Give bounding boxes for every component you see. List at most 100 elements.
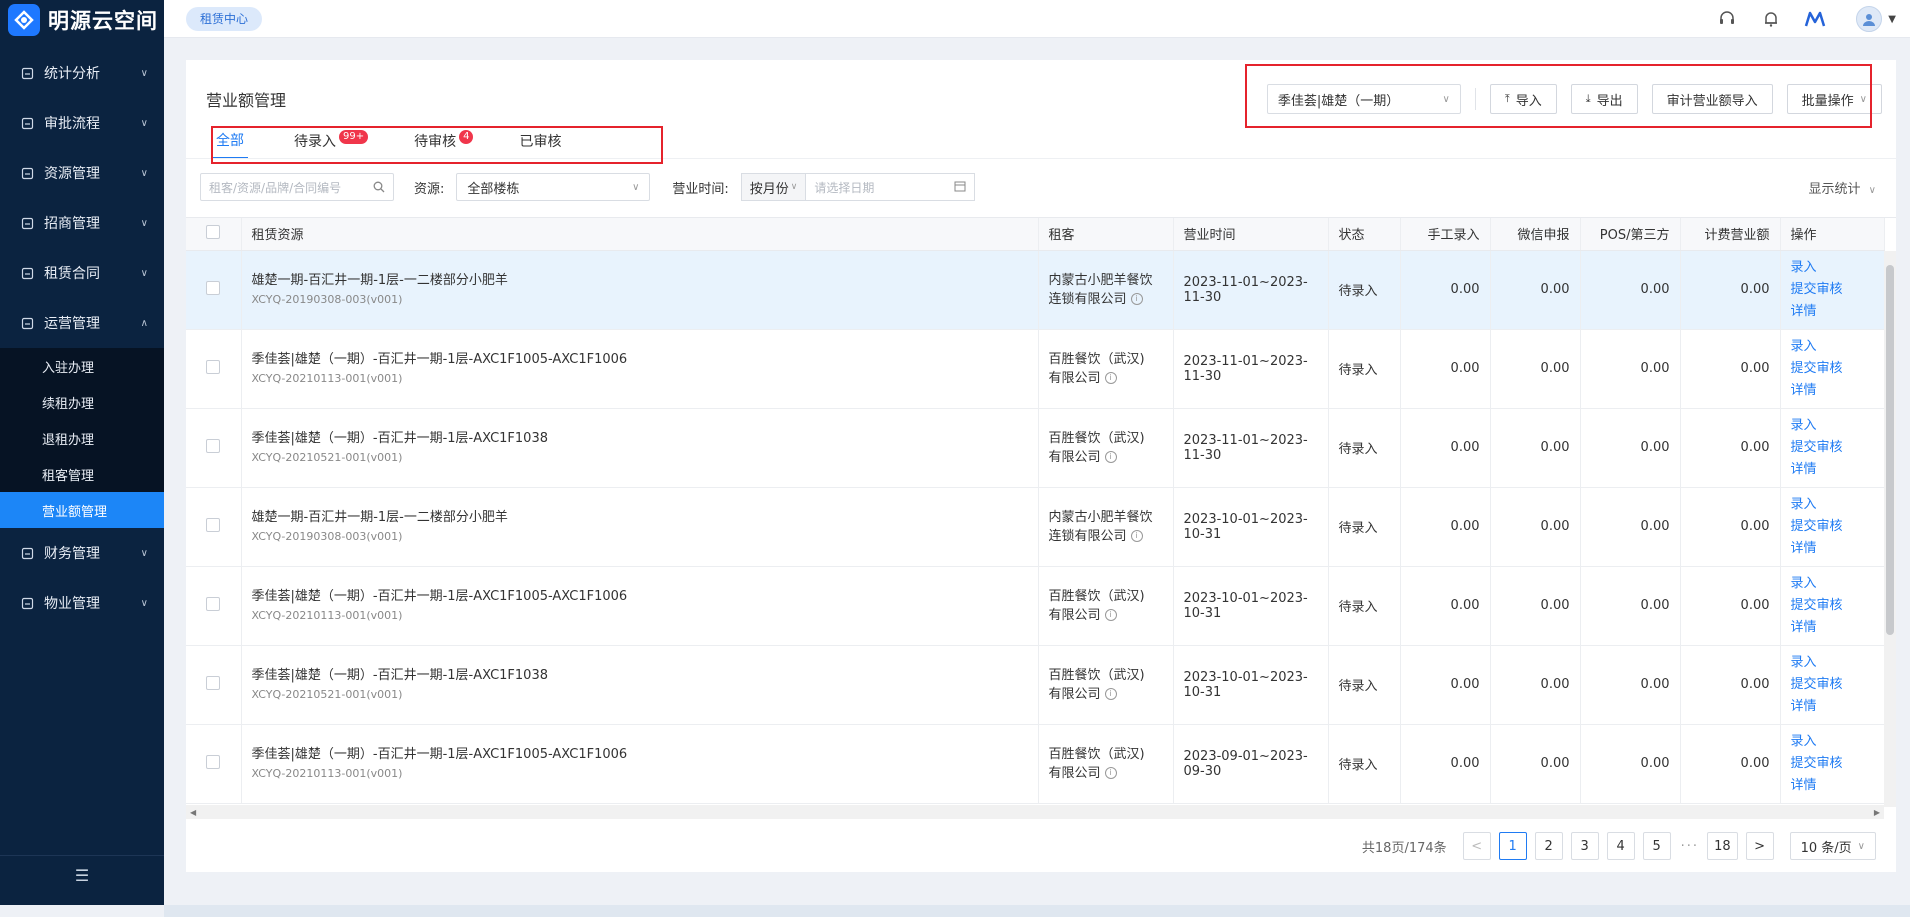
sidebar-item-chart[interactable]: 统计分析 ∨ xyxy=(0,48,164,98)
tab-rental-center[interactable]: 租赁中心 xyxy=(186,7,263,31)
next-page-button[interactable]: > xyxy=(1745,832,1774,860)
tab-reviewed[interactable]: 已审核 xyxy=(519,131,561,159)
sidebar-subitem[interactable]: 入驻办理 xyxy=(0,348,164,384)
tab-all[interactable]: 全部 xyxy=(212,130,248,159)
table-row[interactable]: 季佳荟|雄楚（一期）-百汇井一期-1层-AXC1F1005-AXC1F1006 X… xyxy=(186,724,1885,804)
details-link[interactable]: 详情 xyxy=(1791,459,1874,481)
tab-pending-review[interactable]: 待审核 4 xyxy=(414,130,474,159)
show-statistics-toggle[interactable]: 显示统计 ∨ xyxy=(1809,178,1876,197)
page-button[interactable]: 5 xyxy=(1642,832,1671,860)
sidebar-subitem[interactable]: 营业额管理 xyxy=(0,492,164,528)
submit-review-link[interactable]: 提交审核 xyxy=(1791,753,1874,775)
submit-review-link[interactable]: 提交审核 xyxy=(1791,358,1874,380)
horizontal-scrollbar[interactable]: ◀ ▶ xyxy=(186,805,1884,819)
details-link[interactable]: 详情 xyxy=(1791,775,1874,797)
info-icon[interactable]: i xyxy=(1104,609,1117,621)
month-mode-select[interactable]: 按月份 ∨ xyxy=(740,173,806,201)
m-brand-icon[interactable] xyxy=(1804,8,1826,30)
info-icon[interactable]: i xyxy=(1104,767,1117,779)
manual-entry-value: 0.00 xyxy=(1400,487,1491,567)
info-icon[interactable]: i xyxy=(1104,688,1117,700)
resource-select[interactable]: 全部楼栋 ∨ xyxy=(456,173,651,201)
details-link[interactable]: 详情 xyxy=(1791,696,1874,718)
entry-link[interactable]: 录入 xyxy=(1791,652,1874,674)
table-row[interactable]: 雄楚一期-百汇井一期-1层-一二楼部分小肥羊 XCYQ-20190308-003(… xyxy=(186,487,1885,567)
page-size-value: 10 条/页 xyxy=(1800,840,1852,856)
user-menu-caret-icon[interactable]: ▼ xyxy=(1888,14,1896,25)
info-icon[interactable]: i xyxy=(1104,451,1117,463)
pagination-ellipsis[interactable]: ··· xyxy=(1681,839,1699,854)
row-checkbox[interactable] xyxy=(206,754,221,769)
row-checkbox[interactable] xyxy=(206,438,221,453)
sidebar-item-checklist[interactable]: 审批流程 ∨ xyxy=(0,98,164,148)
table-row[interactable]: 季佳荟|雄楚（一期）-百汇井一期-1层-AXC1F1038 XCYQ-202105… xyxy=(186,645,1885,725)
audit-import-button[interactable]: 审计营业额导入 xyxy=(1651,84,1773,114)
search-input[interactable]: 租客/资源/品牌/合同编号 xyxy=(200,173,394,201)
scrollbar-thumb[interactable] xyxy=(1886,265,1894,635)
table-row[interactable]: 季佳荟|雄楚（一期）-百汇井一期-1层-AXC1F1005-AXC1F1006 X… xyxy=(186,329,1885,409)
entry-link[interactable]: 录入 xyxy=(1791,415,1874,437)
sidebar-item-layers[interactable]: 资源管理 ∨ xyxy=(0,148,164,198)
entry-link[interactable]: 录入 xyxy=(1791,336,1874,358)
scroll-left-icon[interactable]: ◀ xyxy=(190,808,196,817)
submit-review-link[interactable]: 提交审核 xyxy=(1791,674,1874,696)
row-checkbox[interactable] xyxy=(206,280,221,295)
details-link[interactable]: 详情 xyxy=(1791,301,1874,323)
page-size-select[interactable]: 10 条/页 ∨ xyxy=(1789,832,1876,860)
sidebar-subitem[interactable]: 续租办理 xyxy=(0,384,164,420)
entry-link[interactable]: 录入 xyxy=(1791,494,1874,516)
table-row[interactable]: 季佳荟|雄楚（一期）-百汇井一期-1层-AXC1F1038 XCYQ-202105… xyxy=(186,408,1885,488)
row-checkbox[interactable] xyxy=(206,359,221,374)
sidebar-subitem[interactable]: 退租办理 xyxy=(0,420,164,456)
sidebar-item-finance[interactable]: 财务管理 ∨ xyxy=(0,528,164,578)
info-icon[interactable]: i xyxy=(1130,293,1143,305)
submit-review-link[interactable]: 提交审核 xyxy=(1791,279,1874,301)
submit-review-link[interactable]: 提交审核 xyxy=(1791,516,1874,538)
details-link[interactable]: 详情 xyxy=(1791,538,1874,560)
sidebar-item-building[interactable]: 物业管理 ∨ xyxy=(0,578,164,628)
export-button[interactable]: ⤓ 导出 xyxy=(1570,84,1638,114)
sidebar-item-contract[interactable]: 租赁合同 ∨ xyxy=(0,248,164,298)
building-select[interactable]: 季佳荟|雄楚（一期） ∨ xyxy=(1266,84,1461,114)
entry-link[interactable]: 录入 xyxy=(1791,731,1874,753)
table-row[interactable]: 雄楚一期-百汇井一期-1层-一二楼部分小肥羊 XCYQ-20190308-003(… xyxy=(186,250,1885,330)
entry-link[interactable]: 录入 xyxy=(1791,257,1874,279)
headset-icon[interactable] xyxy=(1716,8,1738,30)
details-link[interactable]: 详情 xyxy=(1791,617,1874,639)
bell-icon[interactable] xyxy=(1760,8,1782,30)
batch-operation-button[interactable]: 批量操作 ∨ xyxy=(1786,84,1882,114)
import-button[interactable]: ⤒ 导入 xyxy=(1489,84,1557,114)
last-page-button[interactable]: 18 xyxy=(1707,832,1738,860)
page-button[interactable]: 4 xyxy=(1606,832,1635,860)
search-icon xyxy=(373,181,385,193)
user-avatar[interactable] xyxy=(1856,6,1883,32)
row-select-cell xyxy=(186,250,242,330)
app-logo[interactable]: 明源云空间 xyxy=(0,0,164,40)
row-checkbox[interactable] xyxy=(206,675,221,690)
sidebar-item-flag[interactable]: 招商管理 ∨ xyxy=(0,198,164,248)
business-period: 2023-09-01~2023-09-30 xyxy=(1173,724,1329,804)
info-icon[interactable]: i xyxy=(1104,372,1117,384)
page-button[interactable]: 3 xyxy=(1570,832,1599,860)
entry-link[interactable]: 录入 xyxy=(1791,573,1874,595)
sidebar-subitem[interactable]: 租客管理 xyxy=(0,456,164,492)
sidebar-item-monitor[interactable]: 运营管理 ∧ xyxy=(0,298,164,348)
row-checkbox[interactable] xyxy=(206,517,221,532)
page-button[interactable]: 2 xyxy=(1534,832,1563,860)
prev-page-button[interactable]: < xyxy=(1462,832,1491,860)
page-button[interactable]: 1 xyxy=(1498,832,1527,860)
chart-icon xyxy=(20,66,34,80)
collapse-sidebar-icon[interactable]: ☰ xyxy=(0,855,164,895)
select-all-checkbox[interactable] xyxy=(206,224,221,239)
scroll-right-icon[interactable]: ▶ xyxy=(1874,808,1880,817)
submit-review-link[interactable]: 提交审核 xyxy=(1791,437,1874,459)
vertical-scrollbar[interactable] xyxy=(1884,251,1896,807)
contract-code: XCYQ-20190308-003(v001) xyxy=(251,292,403,306)
date-picker-input[interactable]: 请选择日期 xyxy=(805,173,976,201)
submit-review-link[interactable]: 提交审核 xyxy=(1791,595,1874,617)
details-link[interactable]: 详情 xyxy=(1791,380,1874,402)
row-checkbox[interactable] xyxy=(206,596,221,611)
table-row[interactable]: 季佳荟|雄楚（一期）-百汇井一期-1层-AXC1F1005-AXC1F1006 X… xyxy=(186,566,1885,646)
tab-pending-entry[interactable]: 待录入 99+ xyxy=(294,130,369,159)
info-icon[interactable]: i xyxy=(1130,530,1143,542)
